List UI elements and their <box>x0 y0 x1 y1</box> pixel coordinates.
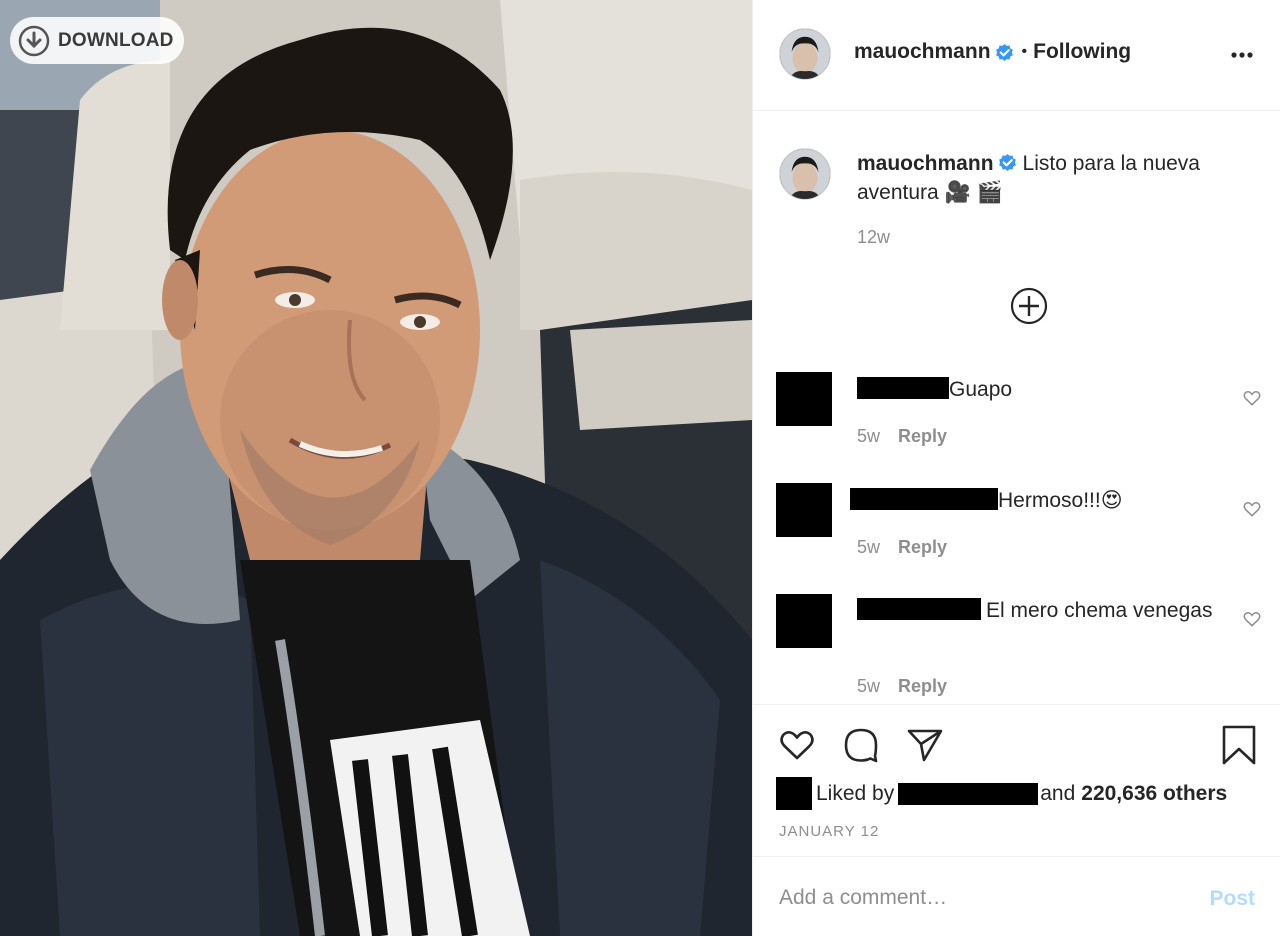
redacted-liker <box>898 782 1039 805</box>
share-icon[interactable] <box>905 725 945 765</box>
following-button[interactable]: Following <box>1033 40 1131 64</box>
likes-count[interactable]: 220,636 others <box>1081 782 1227 806</box>
post-details-panel: mauochmann • Following mauochmann Listo … <box>752 0 1280 936</box>
comment-time[interactable]: 5w <box>857 676 880 697</box>
liked-by-label: Liked by <box>816 781 895 805</box>
post-photo[interactable]: DOWNLOAD <box>0 0 752 936</box>
caption-username[interactable]: mauochmann <box>857 152 994 175</box>
comment-meta: 5w Reply <box>857 676 947 697</box>
comment-heart-icon[interactable] <box>1242 499 1262 519</box>
post-header: mauochmann • Following <box>753 0 1280 111</box>
download-icon <box>18 25 50 56</box>
comment-icon[interactable] <box>841 725 881 765</box>
comment-body: El mero chema venegas <box>857 596 1227 625</box>
author-username[interactable]: mauochmann <box>854 40 991 64</box>
comment-meta: 5w Reply <box>857 426 947 447</box>
post-button[interactable]: Post <box>1209 887 1255 911</box>
comment-time[interactable]: 5w <box>857 537 880 558</box>
commenter-avatar-redacted[interactable] <box>776 594 832 648</box>
likes-summary: Liked by and 220,636 others <box>776 777 1227 810</box>
download-button[interactable]: DOWNLOAD <box>10 17 184 64</box>
bookmark-icon[interactable] <box>1220 725 1260 765</box>
separator-dot: • <box>1021 43 1028 60</box>
post-actions: Liked by and 220,636 others JANUARY 12 <box>753 704 1280 856</box>
comment-heart-icon[interactable] <box>1242 388 1262 408</box>
comment-heart-icon[interactable] <box>1242 609 1262 629</box>
reply-button[interactable]: Reply <box>898 676 947 697</box>
comment-body: Guapo <box>857 375 1227 404</box>
reply-button[interactable]: Reply <box>898 426 947 447</box>
avatar-image <box>780 29 830 79</box>
commenter-avatar-redacted[interactable] <box>776 483 832 537</box>
author-avatar[interactable] <box>779 28 831 80</box>
load-more-comments-icon[interactable] <box>1010 287 1048 325</box>
comment-text: El mero chema venegas <box>986 599 1213 622</box>
caption-text: mauochmann Listo para la nueva aventura … <box>857 149 1257 207</box>
heart-icon[interactable] <box>777 725 817 765</box>
comment-body: Hermoso!!!😍 <box>850 486 1220 515</box>
redacted-username <box>857 598 981 620</box>
likes-connector: and <box>1040 781 1076 805</box>
redacted-username <box>857 377 949 399</box>
comment-text: Hermoso!!!😍 <box>998 489 1123 512</box>
selfie-photo <box>0 0 752 936</box>
more-options-icon[interactable] <box>1229 42 1255 68</box>
verified-icon <box>995 43 1013 61</box>
add-comment-section: Post <box>753 856 1280 936</box>
liker-avatar-redacted <box>776 777 812 810</box>
header-row: mauochmann • Following <box>854 40 1131 64</box>
post-date[interactable]: JANUARY 12 <box>779 823 879 840</box>
comment-time[interactable]: 5w <box>857 426 880 447</box>
comment-meta: 5w Reply <box>857 537 947 558</box>
redacted-username <box>850 488 998 510</box>
avatar-image <box>780 149 830 199</box>
reply-button[interactable]: Reply <box>898 537 947 558</box>
comment-input[interactable] <box>779 881 1179 915</box>
caption-timestamp[interactable]: 12w <box>857 227 890 248</box>
verified-icon <box>998 153 1016 172</box>
comment-text: Guapo <box>949 378 1013 401</box>
commenter-avatar-redacted[interactable] <box>776 372 832 426</box>
download-label: DOWNLOAD <box>58 29 174 51</box>
caption-avatar[interactable] <box>779 148 831 200</box>
